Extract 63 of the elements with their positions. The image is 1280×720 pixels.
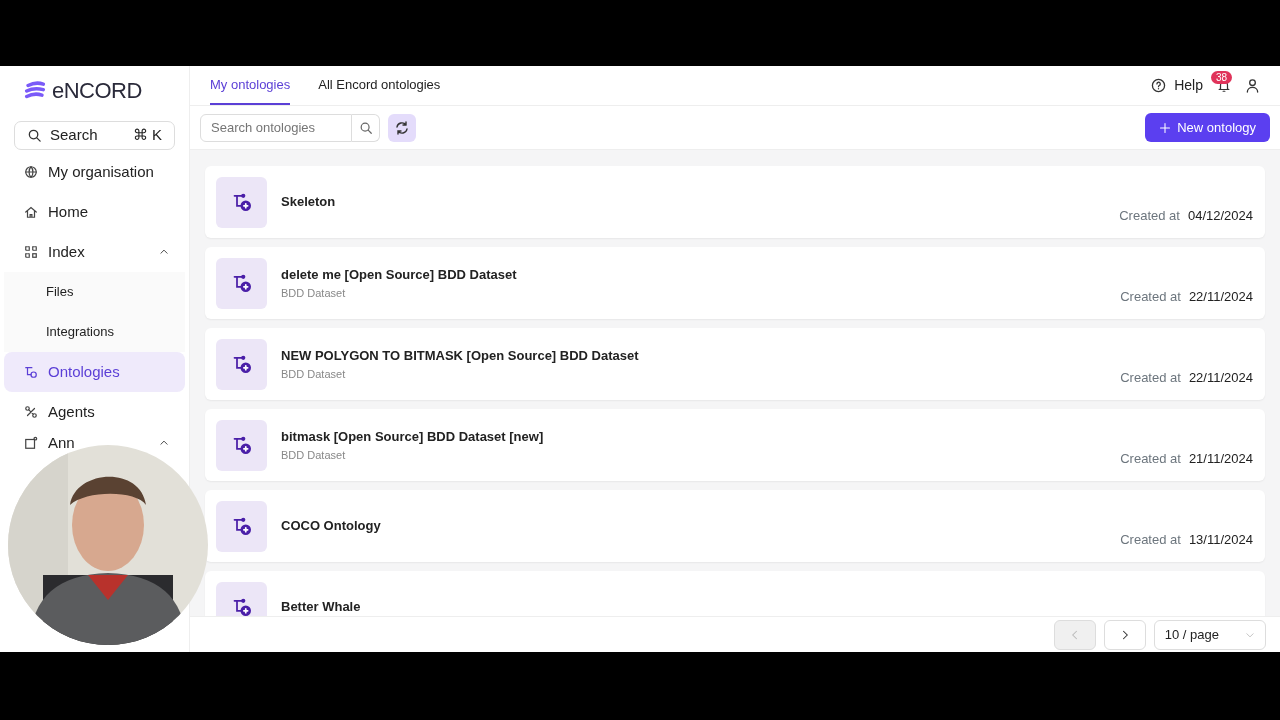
refresh-icon: [394, 119, 410, 136]
new-ontology-button[interactable]: New ontology: [1145, 113, 1270, 142]
ontology-card[interactable]: Better Whale: [205, 571, 1265, 616]
created-label: Created at: [1120, 449, 1181, 468]
created-date: 21/11/2024: [1188, 449, 1253, 468]
annotate-icon: [24, 436, 38, 450]
help-link[interactable]: Help: [1151, 75, 1203, 96]
ontology-subtitle: BDD Dataset: [281, 366, 347, 382]
page-size-select[interactable]: 10 / page: [1153, 619, 1266, 650]
sidebar-item[interactable]: Ann: [48, 431, 75, 455]
ontology-icon: [231, 435, 252, 455]
ontology-card[interactable]: bitmask [Open Source] BDD Dataset [new] BDD Dataset Created at 21/11/2024: [205, 409, 1265, 481]
created-label: Created at: [1120, 368, 1181, 387]
ontology-icon: [231, 273, 252, 293]
created-date: 04/12/2024: [1187, 206, 1253, 225]
chevron-up-icon[interactable]: [159, 438, 169, 448]
grid-icon: [24, 245, 38, 259]
ontology-icon: [231, 516, 252, 536]
sidebar-item[interactable]: Agents: [48, 400, 95, 424]
created-date: 22/11/2024: [1188, 287, 1253, 306]
ontology-card[interactable]: Skeleton Created at 04/12/2024: [205, 166, 1265, 238]
created-date: 22/11/2024: [1188, 368, 1253, 387]
sidebar-item[interactable]: Home: [48, 200, 88, 224]
user-icon[interactable]: [1245, 78, 1260, 93]
globe-icon: [24, 165, 38, 179]
home-icon: [24, 205, 38, 219]
created-label: Created at: [1120, 287, 1181, 306]
ontology-icon: [24, 365, 38, 379]
sidebar-item[interactable]: Integrations: [4, 312, 185, 352]
plus-icon: [1159, 121, 1172, 134]
ontology-icon: [231, 597, 252, 616]
search-icon: [358, 120, 373, 135]
ontology-title: Skeleton: [281, 193, 336, 212]
ontology-title: COCO Ontology: [281, 517, 381, 536]
sidebar-item[interactable]: Ontologies: [4, 352, 185, 392]
ontology-subtitle: BDD Dataset: [281, 447, 347, 463]
logo-text: eNCORD: [52, 77, 142, 105]
help-icon: [1151, 78, 1167, 93]
sidebar-item[interactable]: My organisation: [48, 160, 154, 184]
ontology-icon: [231, 192, 252, 212]
chevron-up-icon[interactable]: [159, 247, 169, 257]
created-date: 13/11/2024: [1188, 530, 1253, 549]
ontology-card[interactable]: delete me [Open Source] BDD Dataset BDD Dataset Created at 22/11/2024: [205, 247, 1265, 319]
sidebar-item[interactable]: Files: [4, 272, 185, 312]
refresh-button[interactable]: [388, 113, 416, 142]
search-icon: [27, 128, 42, 143]
notification-count: 38: [1211, 70, 1233, 84]
search-button[interactable]: [352, 113, 380, 142]
tab[interactable]: My ontologies: [210, 66, 291, 105]
ontology-card[interactable]: NEW POLYGON TO BITMASK [Open Source] BDD Dataset BDD Dataset Created at 22/11/2024: [205, 328, 1265, 400]
search-field[interactable]: Search ontologies: [200, 113, 352, 142]
search-button[interactable]: Search ⌘ K: [14, 121, 175, 150]
ontology-title: delete me [Open Source] BDD Dataset: [281, 266, 517, 284]
created-label: Created at: [1120, 530, 1181, 549]
ontology-icon: [231, 354, 252, 374]
tab[interactable]: All Encord ontologies: [318, 66, 441, 105]
created-label: Created at: [1119, 206, 1180, 225]
ontology-title: NEW POLYGON TO BITMASK [Open Source] BDD Dataset: [281, 347, 639, 365]
ontology-card[interactable]: COCO Ontology Created at 13/11/2024: [205, 490, 1265, 562]
ontology-subtitle: BDD Dataset: [281, 285, 347, 301]
ontology-title: Better Whale: [281, 598, 361, 616]
sidebar-item[interactable]: Index: [48, 240, 85, 264]
ontology-title: bitmask [Open Source] BDD Dataset [new]: [281, 428, 544, 446]
